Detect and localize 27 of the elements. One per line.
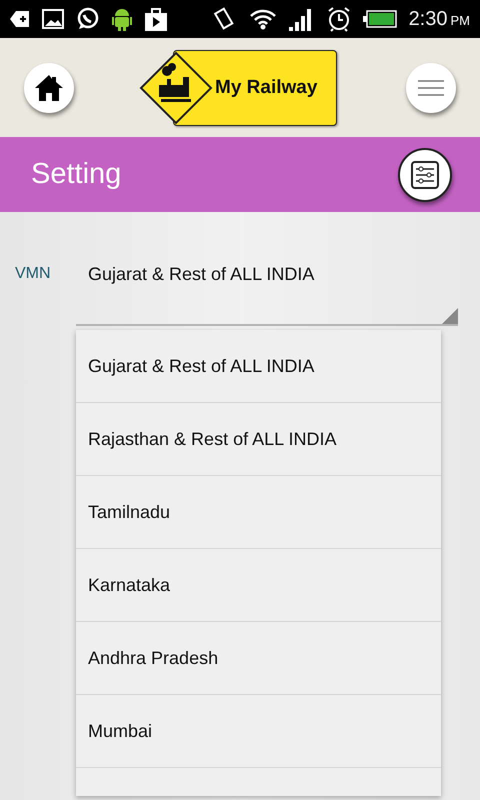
clock: 2:30 PM (408, 8, 470, 30)
dropdown-option[interactable]: Karnataka (76, 549, 441, 622)
dropdown-option[interactable]: Tamilnadu (76, 476, 441, 549)
dropdown-option[interactable]: Rajasthan & Rest of ALL INDIA (76, 403, 441, 476)
chat-icon (76, 7, 100, 31)
notification-icon (10, 10, 30, 28)
dropdown-option[interactable]: Gujarat & Rest of ALL INDIA (76, 330, 441, 403)
dropdown-corner-icon (442, 308, 458, 324)
settings-icon (410, 160, 440, 190)
logo: My Railway (139, 50, 337, 126)
alarm-icon (326, 6, 351, 32)
vmn-value[interactable]: Gujarat & Rest of ALL INDIA (88, 264, 314, 284)
menu-button[interactable] (406, 62, 456, 112)
home-button[interactable] (24, 62, 74, 112)
android-icon (112, 7, 132, 31)
wifi-icon (248, 8, 277, 30)
image-icon (42, 9, 64, 29)
home-icon (34, 74, 64, 102)
page-title: Setting (31, 158, 122, 191)
store-icon (144, 7, 168, 31)
battery-icon (362, 10, 397, 28)
menu-icon (418, 80, 444, 96)
vmn-label: VMN (14, 265, 52, 283)
settings-button[interactable] (398, 148, 452, 202)
train-sign-icon (139, 50, 213, 124)
dropdown-option[interactable]: Mumbai (76, 695, 441, 768)
dropdown-option[interactable]: Andhra Pradesh (76, 622, 441, 695)
